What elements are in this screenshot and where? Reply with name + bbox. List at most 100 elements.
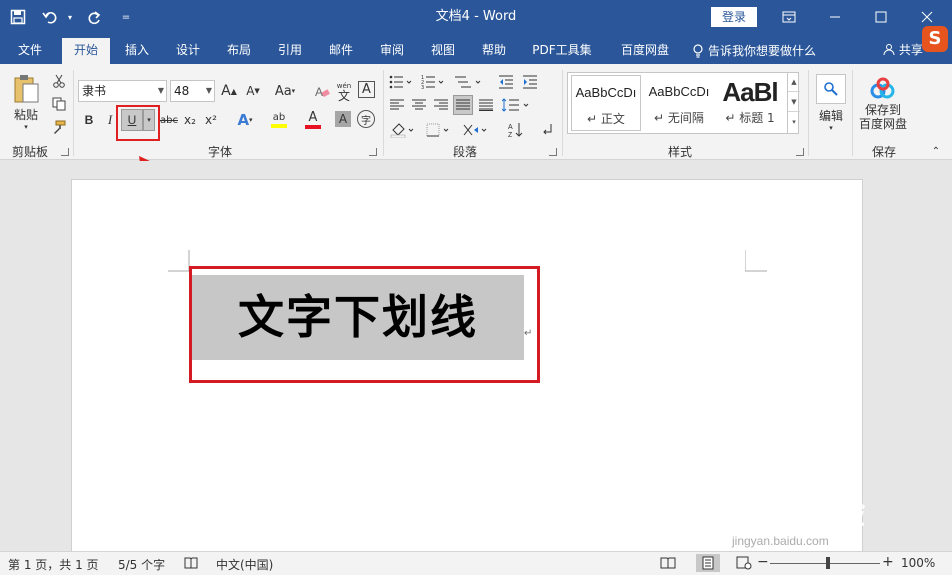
zoom-out-button[interactable]: − [757, 554, 769, 570]
editing-button[interactable]: 编辑 ▾ [814, 70, 848, 136]
group-divider [808, 70, 809, 156]
print-layout-icon[interactable] [696, 554, 720, 572]
sort-icon[interactable]: AZ [506, 120, 526, 140]
gallery-up-icon[interactable]: ▲ [788, 72, 800, 92]
share-button[interactable]: 共享 [883, 38, 923, 64]
gallery-more-icon[interactable]: ▾ [788, 112, 800, 132]
clear-formatting-icon[interactable]: A [312, 80, 332, 102]
phonetic-guide-button[interactable]: wén 文 [334, 78, 354, 104]
redo-icon[interactable] [80, 3, 108, 31]
language-indicator[interactable]: 中文(中国) [216, 556, 273, 573]
undo-icon[interactable] [36, 3, 64, 31]
highlight-swatch [271, 124, 287, 128]
tab-pdf-tools[interactable]: PDF工具集 [527, 38, 597, 64]
numbering-icon[interactable]: 123 [420, 72, 448, 92]
tab-design[interactable]: 设计 [168, 38, 208, 64]
tell-me-text: 告诉我你想要做什么 [708, 44, 817, 58]
paragraph-launcher-icon[interactable] [549, 148, 557, 156]
vertical-scrollbar[interactable] [935, 161, 952, 551]
page-count[interactable]: 第 1 页，共 1 页 [8, 556, 99, 573]
minimize-icon[interactable] [812, 0, 858, 34]
proofing-icon[interactable] [184, 556, 198, 573]
strikethrough-button[interactable]: abc [159, 109, 179, 131]
zoom-slider-thumb[interactable] [826, 557, 830, 569]
shrink-font-button[interactable]: A ▼ [243, 80, 263, 102]
paste-icon [14, 74, 39, 102]
font-size-combo[interactable]: 48 ▼ [170, 80, 215, 102]
ribbon-display-options-icon[interactable] [766, 0, 812, 34]
grow-font-button[interactable]: A ▲ [219, 80, 239, 102]
borders-icon[interactable] [424, 120, 454, 140]
sogou-ime-icon[interactable]: S [922, 26, 948, 52]
character-shading-button[interactable]: A [335, 111, 351, 127]
style-normal[interactable]: AaBbCcDı ↵ 正文 [571, 75, 641, 131]
show-marks-icon[interactable] [538, 120, 558, 140]
web-layout-icon[interactable] [736, 556, 752, 573]
zoom-level[interactable]: 100% [901, 556, 935, 570]
tab-references[interactable]: 引用 [270, 38, 310, 64]
format-painter-icon[interactable] [50, 118, 68, 136]
line-spacing-icon[interactable] [500, 96, 534, 114]
save-to-baidu-button[interactable]: 保存到 百度网盘 [856, 70, 910, 138]
align-center-icon[interactable] [410, 96, 428, 114]
login-button[interactable]: 登录 [711, 7, 757, 27]
margin-corner-top-right [745, 250, 767, 272]
enclose-characters-button[interactable]: 字 [357, 110, 375, 128]
chinese-layout-icon[interactable] [460, 120, 492, 140]
styles-gallery-scroll[interactable]: ▲ ▼ ▾ [787, 72, 800, 134]
align-left-icon[interactable] [388, 96, 406, 114]
lightbulb-icon [693, 44, 703, 58]
font-name-combo[interactable]: 隶书 ▼ [78, 80, 167, 102]
tell-me-search[interactable]: 告诉我你想要做什么 [692, 38, 816, 64]
group-divider [562, 70, 563, 156]
text-highlight-frame [189, 266, 540, 383]
read-mode-icon[interactable] [660, 556, 676, 573]
style-no-spacing[interactable]: AaBbCcDı ↵ 无间隔 [644, 75, 714, 131]
tab-file[interactable]: 文件 [10, 38, 50, 64]
cut-icon[interactable] [50, 72, 68, 90]
clipboard-launcher-icon[interactable] [61, 148, 69, 156]
save-icon[interactable] [4, 3, 32, 31]
copy-icon[interactable] [50, 95, 68, 113]
customize-qat-icon[interactable]: = [112, 3, 140, 31]
collapse-ribbon-icon[interactable]: ⌃ [928, 144, 944, 158]
change-case-button[interactable]: Aa ▾ [270, 80, 300, 102]
gallery-down-icon[interactable]: ▼ [788, 92, 800, 112]
align-right-icon[interactable] [432, 96, 450, 114]
tab-mailings[interactable]: 邮件 [321, 38, 361, 64]
justify-icon[interactable] [453, 95, 473, 115]
styles-launcher-icon[interactable] [796, 148, 804, 156]
character-border-button[interactable]: A [358, 81, 375, 98]
text-effects-button[interactable]: A ▾ [232, 109, 258, 131]
paste-button[interactable]: 粘贴 ▾ [8, 72, 44, 132]
increase-indent-icon[interactable] [520, 72, 540, 92]
undo-dropdown-icon[interactable]: ▾ [64, 3, 76, 31]
tab-home[interactable]: 开始 [62, 38, 110, 64]
font-color-button[interactable]: A [298, 109, 328, 131]
maximize-icon[interactable] [858, 0, 904, 34]
paragraph-shading-icon[interactable] [388, 120, 418, 140]
zoom-in-button[interactable]: + [882, 554, 894, 570]
font-launcher-icon[interactable] [369, 148, 377, 156]
editing-label: 编辑 [818, 109, 843, 123]
tab-help[interactable]: 帮助 [474, 38, 514, 64]
style-heading-1[interactable]: AaBl ↵ 标题 1 [716, 75, 784, 131]
baidu-cloud-icon [870, 77, 895, 99]
distributed-icon[interactable] [477, 96, 495, 114]
subscript-button[interactable]: x₂ [181, 109, 199, 131]
bullets-icon[interactable] [388, 72, 416, 92]
tab-baidu-netdisk[interactable]: 百度网盘 [610, 38, 680, 64]
tab-view[interactable]: 视图 [423, 38, 463, 64]
tab-layout[interactable]: 布局 [219, 38, 259, 64]
tab-review[interactable]: 审阅 [372, 38, 412, 64]
superscript-button[interactable]: x² [202, 109, 220, 131]
decrease-indent-icon[interactable] [496, 72, 516, 92]
word-count[interactable]: 5/5 个字 [118, 556, 165, 573]
font-size-value: 48 [174, 84, 190, 98]
ribbon-home: 粘贴 ▾ 剪贴板 隶书 ▼ 48 ▼ A ▲ A ▼ Aa ▾ A wén 文 A B… [0, 64, 952, 160]
zoom-slider-track[interactable] [770, 563, 880, 564]
highlight-color-button[interactable]: ab [264, 109, 294, 131]
tab-insert[interactable]: 插入 [117, 38, 157, 64]
bold-button[interactable]: B [80, 109, 98, 131]
multilevel-list-icon[interactable] [452, 72, 486, 92]
